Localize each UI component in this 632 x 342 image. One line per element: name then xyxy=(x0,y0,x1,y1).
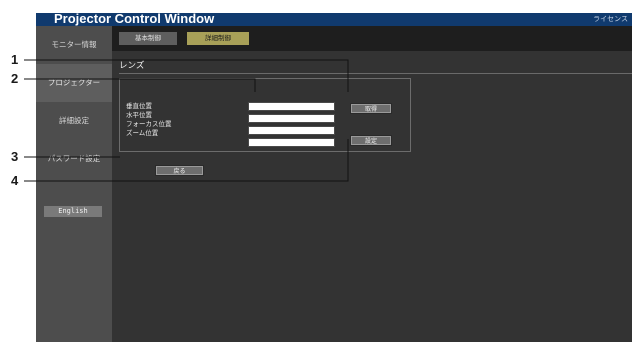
callout-number-2: 2 xyxy=(11,71,19,86)
callout-2-leader xyxy=(24,78,256,92)
callout-number-4: 4 xyxy=(11,173,19,188)
callout-number-1: 1 xyxy=(11,52,19,67)
callout-leader-lines xyxy=(24,59,349,182)
callout-number-3: 3 xyxy=(11,149,19,164)
callout-1-leader xyxy=(24,59,349,92)
callout-4-leader xyxy=(24,139,349,182)
